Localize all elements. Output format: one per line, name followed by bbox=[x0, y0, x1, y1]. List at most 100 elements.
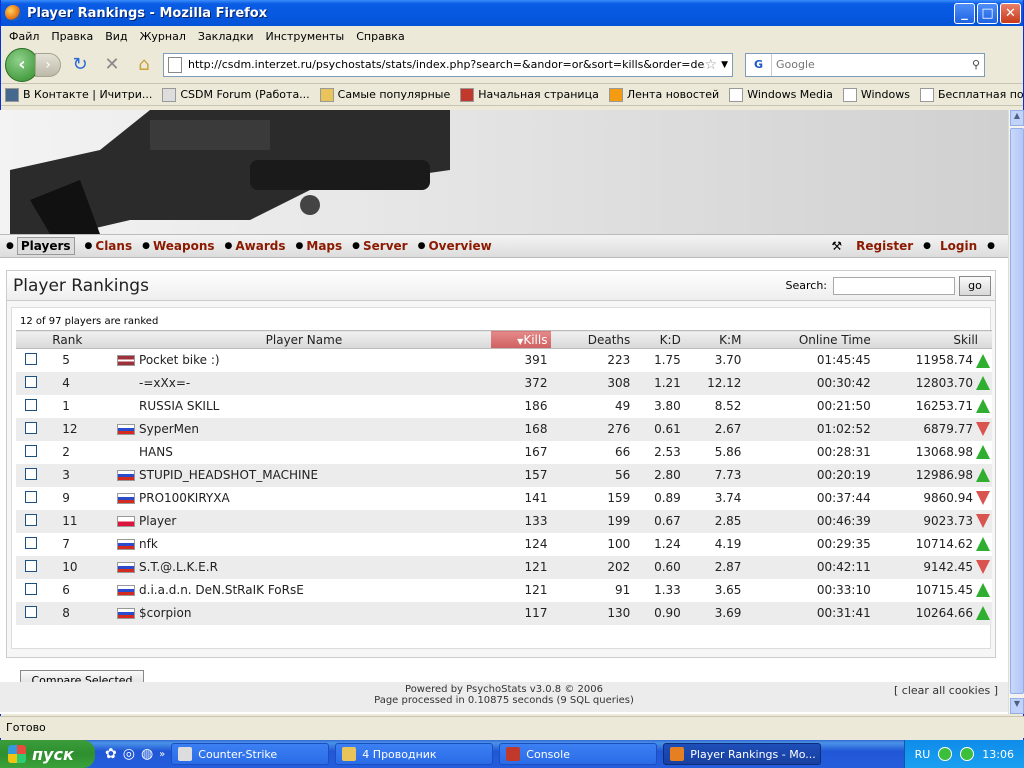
bookmark-item[interactable]: Начальная страница bbox=[460, 87, 599, 102]
menu-tools[interactable]: Инструменты bbox=[260, 30, 351, 43]
row-checkbox[interactable] bbox=[25, 375, 38, 388]
search-bar[interactable]: G ⚲ bbox=[745, 52, 985, 77]
scroll-thumb[interactable] bbox=[1010, 128, 1024, 694]
header-skill[interactable]: Skill bbox=[874, 330, 992, 349]
language-indicator[interactable]: RU bbox=[915, 748, 931, 761]
player-name-link[interactable]: $corpion bbox=[139, 606, 191, 620]
player-name-cell[interactable]: SyperMen bbox=[117, 417, 491, 441]
player-name-link[interactable]: d.i.a.d.n. DeN.StRaIK FoRsE bbox=[139, 583, 304, 597]
go-button[interactable]: go bbox=[959, 275, 991, 296]
row-checkbox[interactable] bbox=[25, 490, 38, 503]
login-link[interactable]: Login bbox=[940, 239, 977, 253]
magnifier-icon[interactable]: ⚲ bbox=[972, 58, 980, 71]
nav-players[interactable]: Players bbox=[16, 237, 75, 255]
nav-overview[interactable]: Overview bbox=[428, 239, 491, 253]
menu-history[interactable]: Журнал bbox=[134, 30, 192, 43]
player-name-link[interactable]: STUPID_HEADSHOT_MACHINE bbox=[139, 468, 318, 482]
quicklaunch-icon[interactable]: ◍ bbox=[141, 746, 153, 762]
close-button[interactable]: ✕ bbox=[1000, 2, 1021, 24]
player-name-link[interactable]: nfk bbox=[139, 537, 158, 551]
task-firefox[interactable]: Player Rankings - Mo... bbox=[663, 743, 822, 765]
menu-edit[interactable]: Правка bbox=[45, 30, 99, 43]
player-name-cell[interactable]: $corpion bbox=[117, 601, 491, 625]
player-name-cell[interactable]: RUSSIA SKILL bbox=[117, 394, 491, 418]
menu-view[interactable]: Вид bbox=[99, 30, 133, 43]
player-name-cell[interactable]: nfk bbox=[117, 532, 491, 556]
header-km[interactable]: K:M bbox=[684, 330, 746, 349]
bookmark-star-icon[interactable]: ☆ bbox=[705, 57, 718, 73]
bookmark-item[interactable]: Самые популярные bbox=[319, 87, 450, 102]
row-checkbox[interactable] bbox=[25, 559, 38, 572]
row-checkbox[interactable] bbox=[25, 444, 38, 457]
bookmark-item[interactable]: Windows Media bbox=[729, 87, 833, 102]
url-dropdown-icon[interactable]: ▼ bbox=[721, 60, 728, 70]
header-deaths[interactable]: Deaths bbox=[551, 330, 635, 349]
bookmark-item[interactable]: В Контакте | Ичитри... bbox=[5, 87, 152, 102]
nav-server[interactable]: Server bbox=[363, 239, 408, 253]
row-checkbox[interactable] bbox=[25, 467, 38, 480]
header-online-time[interactable]: Online Time bbox=[745, 330, 875, 349]
search-input[interactable] bbox=[772, 58, 972, 71]
menu-bookmarks[interactable]: Закладки bbox=[192, 30, 260, 43]
register-link[interactable]: Register bbox=[856, 239, 913, 253]
quicklaunch-overflow-icon[interactable]: » bbox=[159, 749, 165, 760]
player-name-cell[interactable]: PRO100KIRYXA bbox=[117, 486, 491, 510]
stop-icon[interactable]: ✕ bbox=[99, 52, 125, 78]
player-name-link[interactable]: S.T.@.L.K.E.R bbox=[139, 560, 218, 574]
player-name-link[interactable]: HANS bbox=[139, 445, 173, 459]
header-kd[interactable]: K:D bbox=[634, 330, 685, 349]
task-counter-strike[interactable]: Counter-Strike bbox=[171, 743, 330, 765]
nav-awards[interactable]: Awards bbox=[235, 239, 285, 253]
scroll-up-icon[interactable]: ▲ bbox=[1010, 110, 1024, 126]
player-name-link[interactable]: PRO100KIRYXA bbox=[139, 491, 230, 505]
row-checkbox[interactable] bbox=[25, 421, 38, 434]
vertical-scrollbar[interactable]: ▲ ▼ bbox=[1008, 110, 1024, 714]
forward-button[interactable]: › bbox=[35, 52, 61, 77]
tools-icon[interactable]: ⚒ bbox=[831, 239, 842, 253]
reload-icon[interactable]: ↻ bbox=[67, 52, 93, 78]
nav-maps[interactable]: Maps bbox=[306, 239, 342, 253]
player-name-link[interactable]: RUSSIA SKILL bbox=[139, 399, 219, 413]
row-checkbox[interactable] bbox=[25, 605, 38, 618]
url-text[interactable]: http://csdm.interzet.ru/psychostats/stat… bbox=[188, 58, 705, 71]
nav-clans[interactable]: Clans bbox=[95, 239, 132, 253]
url-bar[interactable]: http://csdm.interzet.ru/psychostats/stat… bbox=[163, 52, 733, 77]
header-rank[interactable]: Rank bbox=[46, 330, 118, 349]
tray-icon[interactable] bbox=[960, 747, 975, 761]
player-name-link[interactable]: Player bbox=[139, 514, 176, 528]
quicklaunch-icon[interactable]: ✿ bbox=[105, 746, 117, 762]
task-console[interactable]: Console bbox=[499, 743, 658, 765]
header-kills[interactable]: ▼Kills bbox=[490, 330, 552, 349]
google-icon[interactable]: G bbox=[746, 53, 772, 76]
task-explorer[interactable]: 4 Проводник bbox=[335, 743, 494, 765]
menu-help[interactable]: Справка bbox=[350, 30, 410, 43]
bookmark-item[interactable]: CSDM Forum (Работа... bbox=[162, 87, 310, 102]
player-name-cell[interactable]: d.i.a.d.n. DeN.StRaIK FoRsE bbox=[117, 578, 491, 602]
menu-file[interactable]: Файл bbox=[3, 30, 45, 43]
minimize-button[interactable]: _ bbox=[954, 2, 975, 24]
maximize-button[interactable]: □ bbox=[977, 2, 998, 24]
nav-weapons[interactable]: Weapons bbox=[153, 239, 215, 253]
clear-cookies-link[interactable]: [ clear all cookies ] bbox=[894, 684, 998, 697]
row-checkbox[interactable] bbox=[25, 536, 38, 549]
player-name-link[interactable]: -=xXx=- bbox=[139, 376, 190, 390]
scroll-down-icon[interactable]: ▼ bbox=[1010, 698, 1024, 714]
bookmark-item[interactable]: Бесплатная почта Н... bbox=[919, 87, 1023, 102]
row-checkbox[interactable] bbox=[25, 582, 38, 595]
player-search-input[interactable] bbox=[833, 276, 955, 295]
bookmark-item[interactable]: Лента новостей bbox=[608, 87, 719, 102]
player-name-cell[interactable]: Pocket bike :) bbox=[117, 348, 491, 372]
player-name-link[interactable]: SyperMen bbox=[139, 422, 199, 436]
player-name-link[interactable]: Pocket bike :) bbox=[139, 353, 220, 367]
tray-icon[interactable] bbox=[938, 747, 953, 761]
start-button[interactable]: пуск bbox=[0, 740, 95, 768]
home-icon[interactable]: ⌂ bbox=[131, 52, 157, 78]
row-checkbox[interactable] bbox=[25, 352, 38, 365]
player-name-cell[interactable]: STUPID_HEADSHOT_MACHINE bbox=[117, 463, 491, 487]
back-button[interactable]: ‹ bbox=[5, 47, 39, 82]
player-name-cell[interactable]: HANS bbox=[117, 440, 491, 464]
header-player-name[interactable]: Player Name bbox=[117, 330, 491, 349]
bookmark-item[interactable]: Windows bbox=[842, 87, 910, 102]
player-name-cell[interactable]: Player bbox=[117, 509, 491, 533]
player-name-cell[interactable]: -=xXx=- bbox=[117, 371, 491, 395]
